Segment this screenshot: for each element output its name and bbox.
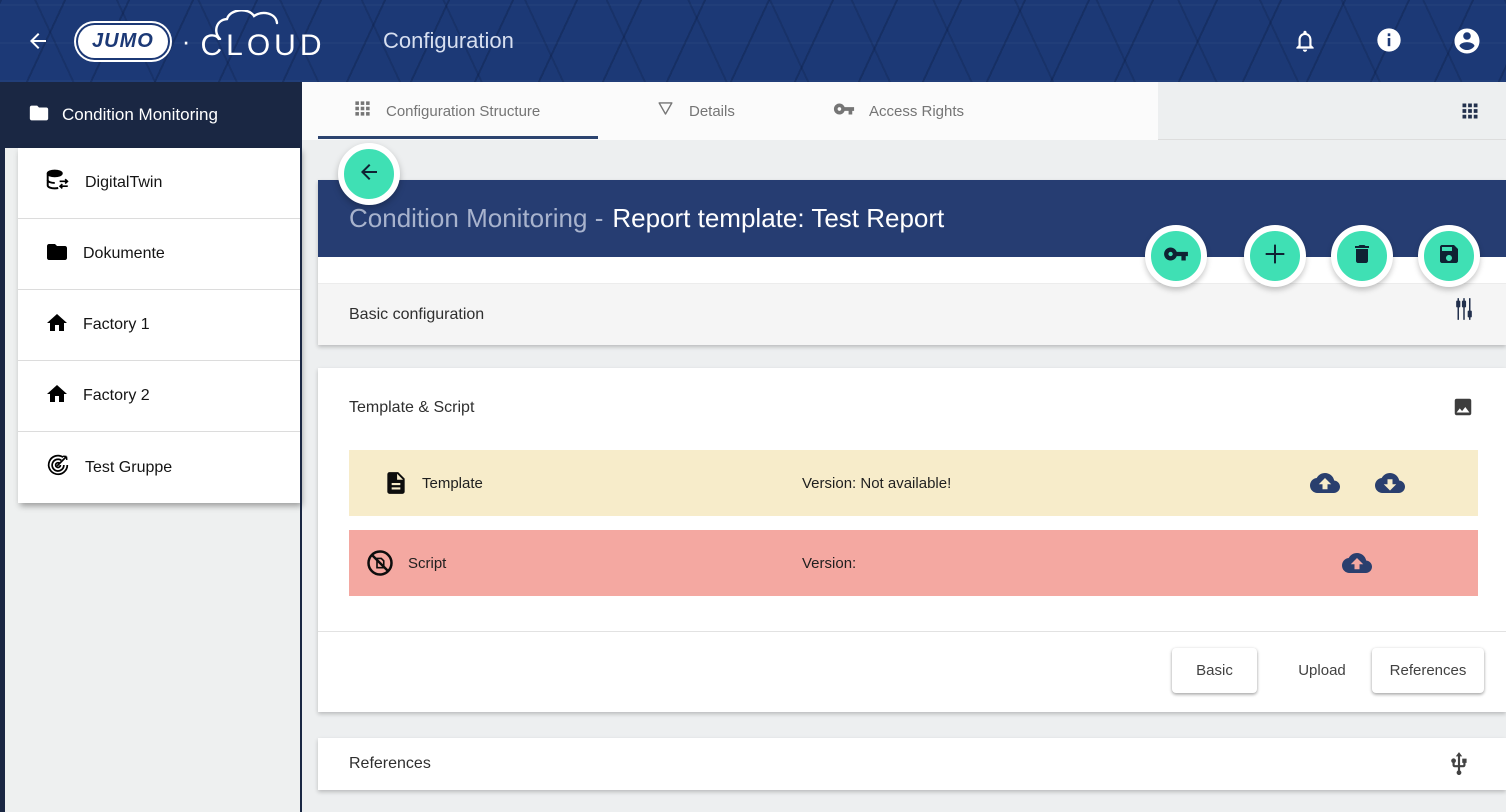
script-row-label: Script xyxy=(408,555,446,572)
back-button[interactable] xyxy=(338,143,400,205)
back-arrow-icon xyxy=(357,160,381,189)
bell-icon[interactable] xyxy=(1292,26,1318,56)
account-icon[interactable] xyxy=(1452,26,1482,56)
access-rights-button[interactable] xyxy=(1145,225,1207,287)
report-header: Condition Monitoring - Report template: … xyxy=(318,180,1506,257)
folder-icon xyxy=(45,240,69,269)
template-script-title: Template & Script xyxy=(349,399,474,417)
sidebar-item-factory-2[interactable]: Factory 2 xyxy=(18,361,300,432)
home-icon xyxy=(45,311,69,340)
brand-separator: · xyxy=(182,26,191,57)
card-divider xyxy=(318,631,1506,632)
save-icon xyxy=(1437,242,1461,271)
main-content: Configuration Structure Details Access R… xyxy=(302,82,1506,812)
tab-bar: Configuration Structure Details Access R… xyxy=(302,82,1506,140)
sidebar-divider xyxy=(300,82,302,812)
script-row: Script Version: xyxy=(349,530,1478,596)
sidebar-item-dokumente[interactable]: Dokumente xyxy=(18,219,300,290)
report-title: Report template: Test Report xyxy=(612,203,944,234)
basic-configuration-row[interactable]: Basic configuration xyxy=(318,283,1506,345)
document-icon xyxy=(383,470,409,496)
info-icon[interactable] xyxy=(1375,26,1403,54)
sidebar: Condition Monitoring DigitalTwin xyxy=(0,82,300,812)
sidebar-item-label: DigitalTwin xyxy=(85,174,162,192)
tab-details[interactable]: Details xyxy=(656,82,735,140)
sidebar-item-digitaltwin[interactable]: DigitalTwin xyxy=(18,148,300,219)
grid-icon[interactable] xyxy=(1460,101,1480,121)
page-title: Configuration xyxy=(383,28,514,54)
sidebar-item-label: Factory 1 xyxy=(83,316,150,334)
jumo-logo-text: JUMO xyxy=(78,25,168,58)
sidebar-header-label: Condition Monitoring xyxy=(62,105,218,125)
sidebar-accent-strip xyxy=(0,82,5,812)
key-icon xyxy=(1163,241,1189,272)
basic-button[interactable]: Basic xyxy=(1172,648,1257,693)
home-icon xyxy=(45,382,69,411)
template-version-text: Version: Not available! xyxy=(802,475,951,492)
breadcrumb: Condition Monitoring - xyxy=(349,203,603,234)
cloud-outline-icon xyxy=(214,10,310,45)
tab-label: Configuration Structure xyxy=(386,103,540,120)
report-header-card: Condition Monitoring - Report template: … xyxy=(318,180,1506,345)
key-icon xyxy=(833,98,855,125)
sidebar-item-test-gruppe[interactable]: Test Gruppe xyxy=(18,432,300,503)
basic-configuration-label: Basic configuration xyxy=(349,306,484,324)
sidebar-item-label: Factory 2 xyxy=(83,387,150,405)
header-spacer xyxy=(318,257,1506,283)
triangle-filter-icon xyxy=(656,99,675,123)
folder-icon xyxy=(28,102,50,129)
image-icon[interactable] xyxy=(1452,396,1474,418)
tab-access-rights[interactable]: Access Rights xyxy=(833,82,964,140)
sidebar-header-condition-monitoring[interactable]: Condition Monitoring xyxy=(0,82,300,148)
references-row[interactable]: References xyxy=(318,738,1506,790)
file-off-icon xyxy=(365,548,395,578)
cloud-upload-icon[interactable] xyxy=(1310,468,1340,498)
sidebar-item-label: Test Gruppe xyxy=(85,459,172,477)
cloud-download-icon[interactable] xyxy=(1375,468,1405,498)
tune-sliders-icon[interactable] xyxy=(1454,296,1474,322)
trash-icon xyxy=(1350,242,1374,271)
usb-icon[interactable] xyxy=(1446,751,1472,777)
jumo-cloud-app: JUMO · CLOUD Configuration xyxy=(0,0,1506,812)
cloud-upload-icon[interactable] xyxy=(1342,548,1372,578)
script-version-text: Version: xyxy=(802,555,856,572)
jumo-cloud-logo: JUMO · CLOUD xyxy=(78,0,325,82)
back-arrow-icon[interactable] xyxy=(26,29,50,53)
active-tab-indicator xyxy=(318,136,598,139)
tab-label: Access Rights xyxy=(869,103,964,120)
sidebar-item-label: Dokumente xyxy=(83,245,165,263)
tab-configuration-structure[interactable]: Configuration Structure xyxy=(353,82,540,140)
template-script-card: Template & Script Template Version: Not … xyxy=(318,368,1506,712)
add-button[interactable] xyxy=(1244,225,1306,287)
tab-label: Details xyxy=(689,103,735,120)
save-button[interactable] xyxy=(1418,225,1480,287)
references-button[interactable]: References xyxy=(1372,648,1484,693)
upload-button[interactable]: Upload xyxy=(1285,648,1359,693)
references-label: References xyxy=(349,755,431,773)
appbar: JUMO · CLOUD Configuration xyxy=(0,0,1506,82)
template-row-label: Template xyxy=(422,475,483,492)
plus-icon xyxy=(1261,240,1289,273)
delete-button[interactable] xyxy=(1331,225,1393,287)
grid-icon xyxy=(353,99,372,123)
target-icon xyxy=(45,452,71,483)
digital-twin-sync-icon xyxy=(45,168,71,199)
template-row: Template Version: Not available! xyxy=(349,450,1478,516)
sidebar-item-list: DigitalTwin Dokumente Factory 1 Factory … xyxy=(18,148,300,503)
sidebar-item-factory-1[interactable]: Factory 1 xyxy=(18,290,300,361)
